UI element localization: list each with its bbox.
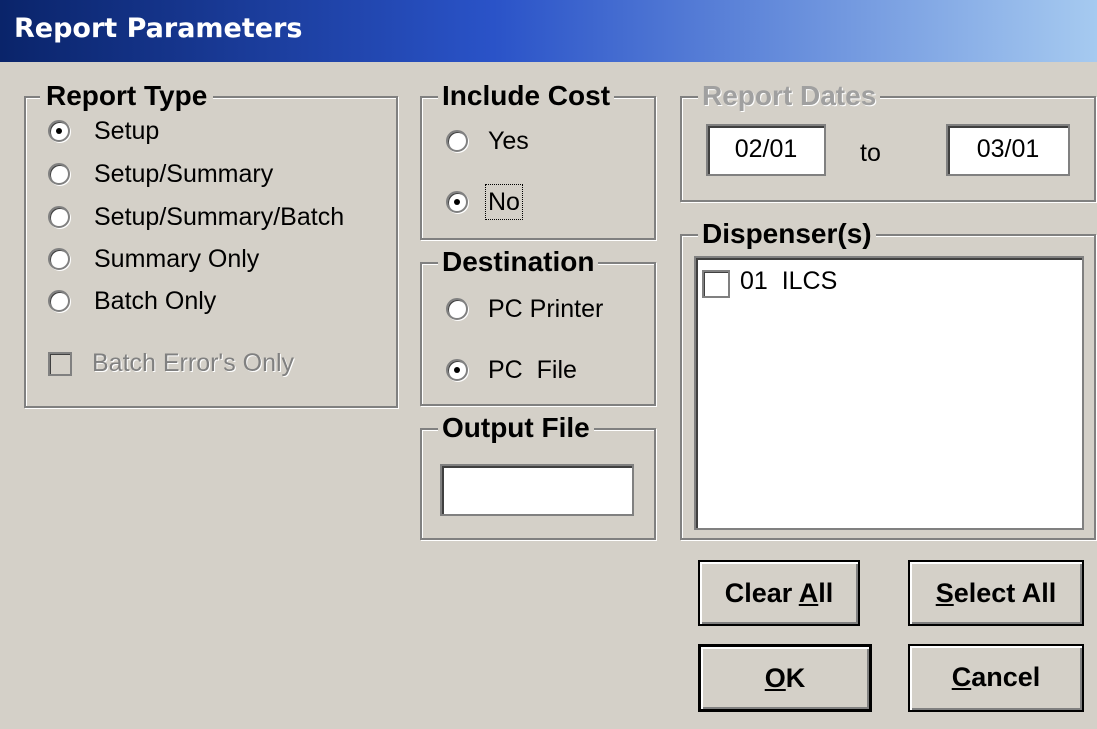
report-dates-group: Report Dates 02/01 to 03/01 [680,78,1096,202]
output-file-legend: Output File [438,410,594,446]
dispenser-01-checkbox[interactable] [702,270,730,298]
radio-cost-yes[interactable] [446,130,468,152]
destination-legend: Destination [438,244,599,280]
report-dates-to-label: to [860,139,881,167]
ok-button[interactable]: OK [698,644,872,712]
radio-cost-no-label: No [485,184,523,220]
output-file-group: Output File [420,410,656,540]
radio-pc-printer-label: PC Printer [488,295,604,323]
radio-setup-summary[interactable] [48,163,70,185]
select-all-label-key: S [935,578,954,608]
dispensers-legend: Dispenser(s) [698,216,876,252]
select-all-label-post: elect All [953,578,1057,608]
destination-group: Destination PC Printer PC File [420,244,656,406]
ok-label-post: K [785,663,806,693]
radio-pc-file-label: PC File [488,356,577,384]
radio-setup[interactable] [48,120,70,142]
radio-cost-yes-label: Yes [488,127,529,155]
radio-batch-only-label: Batch Only [94,287,217,315]
radio-batch-only[interactable] [48,290,70,312]
include-cost-legend: Include Cost [438,78,615,114]
title-bar: Report Parameters [0,0,1097,62]
include-cost-group: Include Cost Yes No [420,78,656,240]
clear-all-label-post: ll [818,578,834,608]
report-type-legend: Report Type [40,78,214,114]
radio-summary-only[interactable] [48,248,70,270]
radio-cost-no[interactable] [446,191,468,213]
report-dates-legend: Report Dates [698,78,881,114]
radio-pc-file[interactable] [446,359,468,381]
dispensers-group: Dispenser(s) 01 ILCS [680,216,1096,540]
output-file-input[interactable] [440,464,634,516]
ok-label-key: O [764,663,786,693]
radio-setup-summary-batch[interactable] [48,206,70,228]
clear-all-label-key: A [798,578,819,608]
radio-setup-summary-batch-label: Setup/Summary/Batch [94,203,345,231]
batch-errors-only-checkbox[interactable] [48,352,72,376]
select-all-button[interactable]: Select All [908,560,1084,626]
cancel-label-key: C [951,662,972,692]
clear-all-label-pre: Clear [724,578,799,608]
report-date-to-input[interactable]: 03/01 [946,124,1070,176]
radio-pc-printer[interactable] [446,298,468,320]
report-date-from-input[interactable]: 02/01 [706,124,826,176]
report-type-group: Report Type Setup Setup/Summary Setup/Su… [24,78,398,408]
cancel-button[interactable]: Cancel [908,644,1084,712]
dispensers-listbox[interactable]: 01 ILCS [694,256,1084,530]
radio-setup-summary-label: Setup/Summary [94,160,274,188]
dispenser-01-label: 01 ILCS [740,267,838,295]
clear-all-button[interactable]: Clear All [698,560,860,626]
radio-summary-only-label: Summary Only [94,245,260,273]
batch-errors-only-label: Batch Error's Only [92,349,295,377]
radio-setup-label: Setup [94,117,160,145]
window-title: Report Parameters [14,13,303,44]
cancel-label-post: ancel [971,662,1041,692]
